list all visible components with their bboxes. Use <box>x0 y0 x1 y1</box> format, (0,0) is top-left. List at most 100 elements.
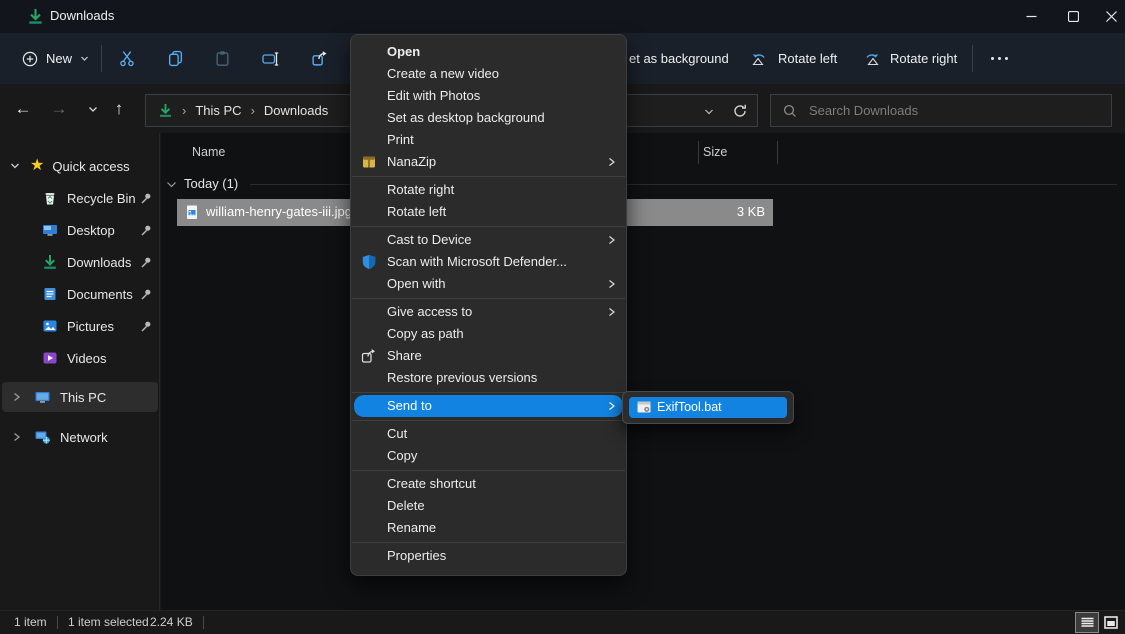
star-icon: ★ <box>30 158 44 174</box>
share-icon <box>311 50 328 67</box>
downloads-folder-icon <box>158 103 173 118</box>
toolbar-divider <box>972 45 973 72</box>
status-divider <box>203 616 204 629</box>
send-to-submenu: ExifTool.bat <box>622 391 794 424</box>
sidebar-item-downloads[interactable]: Downloads <box>2 247 158 277</box>
pin-icon <box>140 224 152 236</box>
address-dropdown-chevron-icon[interactable] <box>704 107 714 117</box>
search-input[interactable] <box>807 102 1071 119</box>
status-bar: 1 item 1 item selected 2.24 KB <box>0 610 1125 634</box>
sidebar-item-label: Quick access <box>52 159 129 174</box>
column-header-name[interactable]: Name <box>192 145 225 159</box>
sidebar-item-pictures[interactable]: Pictures <box>2 311 158 341</box>
menu-item-scan-with-microsoft-defender[interactable]: Scan with Microsoft Defender... <box>351 251 626 273</box>
rotate-right-label: Rotate right <box>890 51 957 66</box>
thumbnail-view-button[interactable] <box>1100 613 1122 632</box>
item-count: 1 item <box>14 615 47 629</box>
sidebar-item-label: Videos <box>67 351 107 366</box>
submenu-item-label: ExifTool.bat <box>657 400 722 414</box>
breadcrumb-chevron-icon: › <box>182 103 186 118</box>
menu-item-open[interactable]: Open <box>351 41 626 63</box>
menu-item-nanazip[interactable]: NanaZip <box>351 151 626 173</box>
menu-item-label: Scan with Microsoft Defender... <box>387 254 567 269</box>
chevron-down-icon[interactable] <box>10 161 20 171</box>
context-menu: Open Create a new video Edit with Photos… <box>350 34 627 576</box>
menu-item-print[interactable]: Print <box>351 129 626 151</box>
sidebar-item-this-pc[interactable]: This PC <box>2 382 158 412</box>
menu-item-cast-to-device[interactable]: Cast to Device <box>351 229 626 251</box>
sidebar-item-desktop[interactable]: Desktop <box>2 215 158 245</box>
sidebar-item-quick-access[interactable]: ★ Quick access <box>2 151 158 181</box>
menu-item-label: Share <box>387 348 422 363</box>
column-divider[interactable] <box>698 141 699 164</box>
details-view-button[interactable] <box>1076 613 1098 632</box>
up-button[interactable]: ↑ <box>104 94 134 124</box>
menu-item-edit-with-photos[interactable]: Edit with Photos <box>351 85 626 107</box>
search-box[interactable] <box>770 94 1112 127</box>
copy-button[interactable] <box>158 42 192 75</box>
rotate-right-button[interactable]: Rotate right <box>862 43 957 74</box>
submenu-item-exiftool[interactable]: ExifTool.bat <box>629 397 787 418</box>
menu-item-create-shortcut[interactable]: Create shortcut <box>351 473 626 495</box>
menu-item-restore-previous-versions[interactable]: Restore previous versions <box>351 367 626 389</box>
documents-icon <box>42 286 58 302</box>
menu-item-copy[interactable]: Copy <box>351 445 626 467</box>
cut-button[interactable] <box>110 42 144 75</box>
menu-separator <box>352 226 625 227</box>
back-button[interactable]: ← <box>8 94 38 124</box>
menu-item-copy-as-path[interactable]: Copy as path <box>351 323 626 345</box>
new-button[interactable]: New <box>14 43 97 74</box>
selection-count: 1 item selected <box>68 615 149 629</box>
forward-button[interactable]: → <box>44 94 74 124</box>
see-more-button[interactable] <box>982 42 1016 75</box>
menu-item-cut[interactable]: Cut <box>351 423 626 445</box>
pin-icon <box>140 288 152 300</box>
column-divider[interactable] <box>777 141 778 164</box>
sidebar-item-videos[interactable]: Videos <box>2 343 158 373</box>
nanazip-icon <box>361 154 377 170</box>
thumbnail-view-icon <box>1104 616 1118 629</box>
menu-item-rotate-left[interactable]: Rotate left <box>351 201 626 223</box>
column-header-size[interactable]: Size <box>703 145 727 159</box>
batch-file-icon <box>636 399 652 415</box>
set-as-background-button[interactable]: et as background <box>629 43 729 74</box>
chevron-right-icon[interactable] <box>12 392 21 402</box>
menu-item-properties[interactable]: Properties <box>351 545 626 567</box>
menu-separator <box>352 298 625 299</box>
more-icon <box>991 57 1008 60</box>
sidebar-item-documents[interactable]: Documents <box>2 279 158 309</box>
paste-icon <box>214 50 231 67</box>
paste-button[interactable] <box>205 42 239 75</box>
sidebar: ★ Quick access Recycle Bin Desktop Downl… <box>0 133 160 610</box>
rotate-left-icon <box>750 50 769 67</box>
close-button[interactable] <box>1089 0 1125 33</box>
group-collapse-chevron-icon[interactable] <box>166 179 177 190</box>
breadcrumb-downloads[interactable]: Downloads <box>264 103 328 118</box>
menu-item-create-a-new-video[interactable]: Create a new video <box>351 63 626 85</box>
chevron-right-icon[interactable] <box>12 432 21 442</box>
menu-item-open-with[interactable]: Open with <box>351 273 626 295</box>
rename-icon <box>262 51 280 67</box>
rename-button[interactable] <box>254 42 288 75</box>
rotate-left-button[interactable]: Rotate left <box>750 43 837 74</box>
sidebar-item-network[interactable]: Network <box>2 422 158 452</box>
copy-icon <box>167 50 184 67</box>
group-header[interactable]: Today (1) <box>184 176 238 191</box>
share-button[interactable] <box>302 42 336 75</box>
menu-item-share[interactable]: Share <box>351 345 626 367</box>
menu-item-set-as-desktop-background[interactable]: Set as desktop background <box>351 107 626 129</box>
menu-separator <box>352 176 625 177</box>
minimize-button[interactable] <box>1009 0 1053 33</box>
sidebar-item-recycle-bin[interactable]: Recycle Bin <box>2 183 158 213</box>
menu-item-give-access-to[interactable]: Give access to <box>351 301 626 323</box>
submenu-arrow-icon <box>607 235 616 245</box>
desktop-icon <box>42 222 58 238</box>
set-as-background-label: et as background <box>629 51 729 66</box>
refresh-icon[interactable] <box>732 103 748 119</box>
menu-item-rotate-right[interactable]: Rotate right <box>351 179 626 201</box>
menu-item-send-to[interactable]: Send to <box>354 395 623 417</box>
breadcrumb-this-pc[interactable]: This PC <box>195 103 241 118</box>
menu-item-delete[interactable]: Delete <box>351 495 626 517</box>
this-pc-icon <box>34 389 51 405</box>
menu-item-rename[interactable]: Rename <box>351 517 626 539</box>
